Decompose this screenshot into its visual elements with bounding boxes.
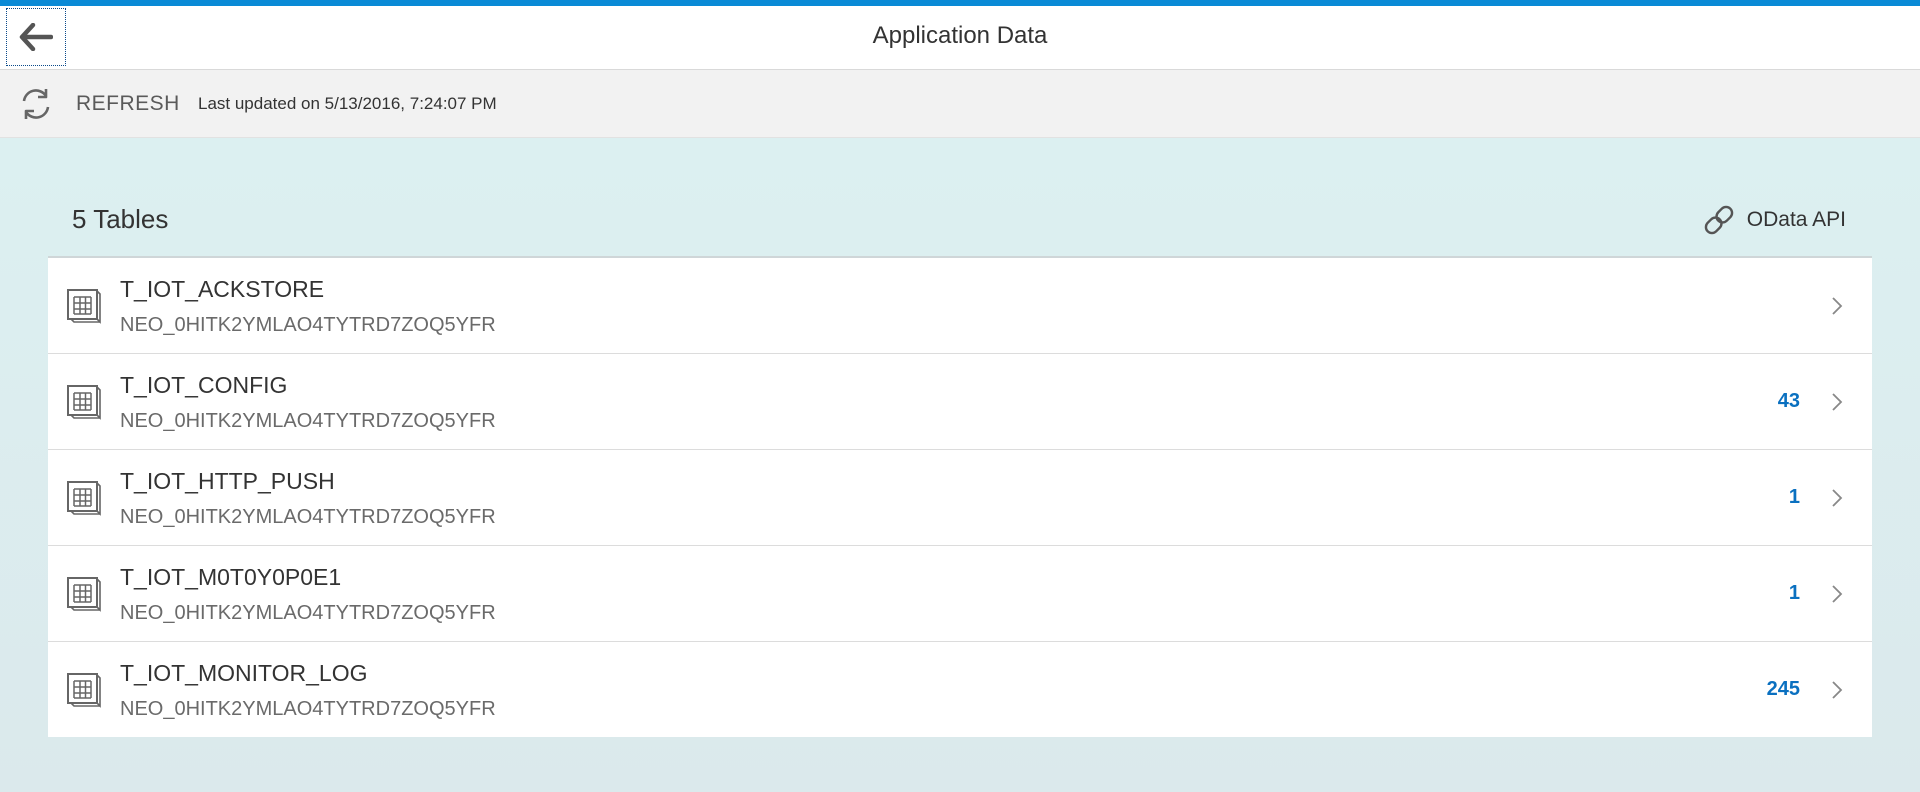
table-icon — [67, 289, 101, 324]
table-schema: NEO_0HITK2YMLAO4TYTRD7ZOQ5YFR — [120, 698, 496, 720]
table-schema: NEO_0HITK2YMLAO4TYTRD7ZOQ5YFR — [120, 506, 496, 528]
tables-count-title: 5 Tables — [72, 204, 169, 234]
tables-list: T_IOT_ACKSTORE NEO_0HITK2YMLAO4TYTRD7ZOQ… — [48, 256, 1872, 737]
table-row[interactable]: T_IOT_ACKSTORE NEO_0HITK2YMLAO4TYTRD7ZOQ… — [48, 258, 1872, 354]
table-schema: NEO_0HITK2YMLAO4TYTRD7ZOQ5YFR — [120, 602, 496, 624]
table-row[interactable]: T_IOT_MONITOR_LOG NEO_0HITK2YMLAO4TYTRD7… — [48, 642, 1872, 737]
table-schema: NEO_0HITK2YMLAO4TYTRD7ZOQ5YFR — [120, 410, 496, 432]
app-header: Application Data — [0, 6, 1920, 70]
refresh-button[interactable]: REFRESH — [76, 70, 180, 138]
odata-api-link[interactable]: OData API — [1701, 200, 1846, 240]
table-record-count: 1 — [1788, 582, 1800, 604]
table-record-count: 245 — [1766, 678, 1800, 700]
chevron-right-icon — [1832, 489, 1843, 507]
table-record-count: 1 — [1788, 486, 1800, 508]
table-icon — [67, 481, 101, 516]
table-row[interactable]: T_IOT_M0T0Y0P0E1 NEO_0HITK2YMLAO4TYTRD7Z… — [48, 546, 1872, 642]
chevron-right-icon — [1832, 585, 1843, 603]
tables-panel-header: 5 Tables OData API — [48, 186, 1872, 256]
table-icon — [67, 577, 101, 612]
last-updated-text: Last updated on 5/13/2016, 7:24:07 PM — [198, 94, 497, 113]
chevron-right-icon — [1832, 297, 1843, 315]
table-record-count: 43 — [1777, 390, 1800, 412]
table-icon — [67, 673, 101, 708]
refresh-icon[interactable] — [18, 86, 54, 122]
toolbar: REFRESH Last updated on 5/13/2016, 7:24:… — [0, 70, 1920, 138]
table-name: T_IOT_M0T0Y0P0E1 — [120, 564, 342, 590]
table-row[interactable]: T_IOT_CONFIG NEO_0HITK2YMLAO4TYTRD7ZOQ5Y… — [48, 354, 1872, 450]
odata-api-label: OData API — [1746, 208, 1846, 231]
table-name: T_IOT_HTTP_PUSH — [120, 468, 335, 494]
chevron-right-icon — [1832, 681, 1843, 699]
link-icon — [1704, 205, 1734, 235]
table-icon — [67, 385, 101, 420]
table-row[interactable]: T_IOT_HTTP_PUSH NEO_0HITK2YMLAO4TYTRD7ZO… — [48, 450, 1872, 546]
table-name: T_IOT_CONFIG — [120, 372, 288, 398]
table-schema: NEO_0HITK2YMLAO4TYTRD7ZOQ5YFR — [120, 314, 496, 336]
table-name: T_IOT_ACKSTORE — [120, 276, 325, 302]
chevron-right-icon — [1832, 393, 1843, 411]
content-area: 5 Tables OData API T_IOT_ACKSTORE NEO_0H… — [0, 138, 1920, 792]
page-title: Application Data — [872, 22, 1048, 49]
table-name: T_IOT_MONITOR_LOG — [120, 660, 368, 686]
